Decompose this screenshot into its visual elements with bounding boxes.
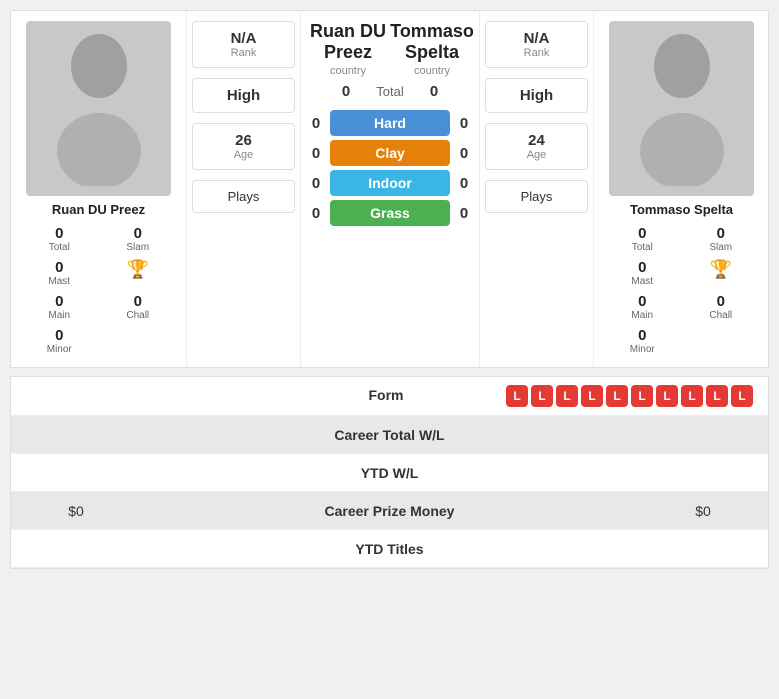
left-stat-total: 0 Total [21,223,98,255]
left-player-name: Ruan DU Preez [52,202,145,217]
left-stat-slam: 0 Slam [100,223,177,255]
left-age-box: 26 Age [192,123,295,170]
right-player-card: Tommaso Spelta 0 Total 0 Slam 0 Mast 🏆 [594,11,769,367]
center-right-name: Tommaso Spelta [390,21,474,63]
center-left-name: Ruan DU Preez [306,21,390,63]
form-row: Form L L L L L L L L L L [11,377,768,416]
right-rank-box: N/A Rank [485,21,588,68]
form-badge-8: L [681,385,703,407]
center-section: Ruan DU Preez country Tommaso Spelta cou… [301,11,479,367]
right-stat-mast: 0 Mast [604,257,681,289]
form-badge-2: L [531,385,553,407]
form-badge-6: L [631,385,653,407]
left-player-stats: 0 Total 0 Slam 0 Mast 🏆 0 Main [21,223,176,357]
bottom-section: Form L L L L L L L L L L Career Total W [10,376,769,569]
right-player-name: Tommaso Spelta [630,202,733,217]
ytd-wl-label: YTD W/L [26,465,753,481]
right-stat-main: 0 Main [604,291,681,323]
right-player-avatar [609,21,754,196]
form-badge-9: L [706,385,728,407]
left-middle-stats: N/A Rank High 26 Age Plays [186,11,301,367]
ytd-titles-label: YTD Titles [26,541,753,557]
ytd-wl-row: YTD W/L [11,454,768,492]
left-stat-chall: 0 Chall [100,291,177,323]
form-badge-5: L [606,385,628,407]
ytd-titles-row: YTD Titles [11,530,768,568]
career-prize-right: $0 [653,503,753,519]
surface-row-indoor: 0 Indoor 0 [306,170,474,196]
total-row: 0 Total 0 [336,83,444,100]
left-high-box: High [192,78,295,113]
center-left-country: country [306,65,390,77]
right-stat-slam: 0 Slam [683,223,760,255]
right-high-box: High [485,78,588,113]
left-player-card: Ruan DU Preez 0 Total 0 Slam 0 Mast 🏆 [11,11,186,367]
right-stat-total: 0 Total [604,223,681,255]
form-badge-10: L [731,385,753,407]
right-stat-minor: 0 Minor [604,325,681,357]
form-badges: L L L L L L L L L L [506,385,753,407]
form-badge-4: L [581,385,603,407]
left-stat-mast: 0 Mast [21,257,98,289]
left-player-avatar [26,21,171,196]
surface-row-grass: 0 Grass 0 [306,200,474,226]
right-trophy-icon: 🏆 [683,257,760,289]
career-prize-row: $0 Career Prize Money $0 [11,492,768,530]
form-badge-1: L [506,385,528,407]
career-prize-left: $0 [26,503,126,519]
left-trophy-icon: 🏆 [100,257,177,289]
form-label: Form [369,387,404,403]
career-prize-label: Career Prize Money [126,503,653,519]
career-wl-label: Career Total W/L [26,427,753,443]
right-middle-stats: N/A Rank High 24 Age Plays [479,11,594,367]
right-player-stats: 0 Total 0 Slam 0 Mast 🏆 0 Main [604,223,759,357]
surface-row-clay: 0 Clay 0 [306,140,474,166]
left-plays-box: Plays [192,180,295,213]
right-plays-box: Plays [485,180,588,213]
right-age-box: 24 Age [485,123,588,170]
center-right-country: country [390,65,474,77]
career-wl-row: Career Total W/L [11,416,768,454]
left-rank-box: N/A Rank [192,21,295,68]
form-badge-7: L [656,385,678,407]
surface-row-hard: 0 Hard 0 [306,110,474,136]
left-stat-minor: 0 Minor [21,325,98,357]
players-section: Ruan DU Preez 0 Total 0 Slam 0 Mast 🏆 [10,10,769,368]
main-container: Ruan DU Preez 0 Total 0 Slam 0 Mast 🏆 [0,0,779,579]
left-stat-main: 0 Main [21,291,98,323]
right-stat-chall: 0 Chall [683,291,760,323]
form-badge-3: L [556,385,578,407]
